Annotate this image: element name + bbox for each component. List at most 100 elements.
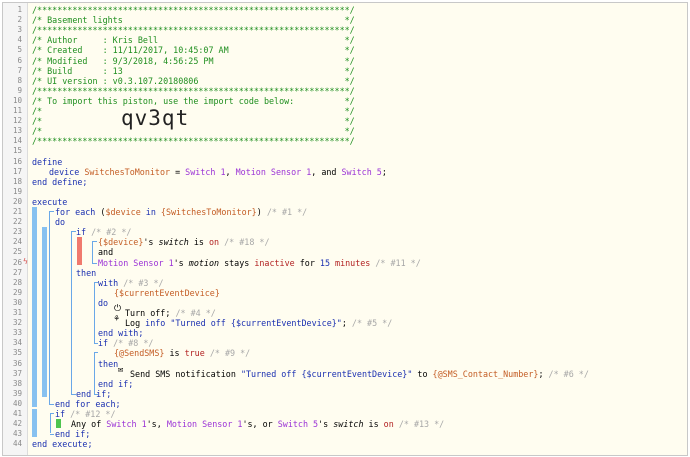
block-guide-tick bbox=[92, 262, 97, 264]
device-name: Switch 1 bbox=[106, 419, 147, 430]
end-execute[interactable]: end execute; bbox=[32, 439, 93, 449]
device-name: Switch 1 bbox=[185, 166, 226, 177]
code-token: end if; bbox=[55, 429, 91, 440]
log-action[interactable]: Log info "Turned off {$currentEventDevic… bbox=[125, 318, 392, 328]
line-number: 33 bbox=[12, 328, 22, 338]
code-token: to bbox=[412, 368, 433, 379]
code-token: , and bbox=[311, 166, 342, 177]
line-number: 32 bbox=[12, 318, 22, 328]
line-number: 37 bbox=[12, 368, 22, 378]
define-block[interactable]: define bbox=[32, 157, 62, 167]
if-statement[interactable]: if /* #12 */ bbox=[55, 409, 116, 419]
block-guide-tick bbox=[94, 352, 98, 354]
header-comment-line: /* Basement lights */ bbox=[32, 15, 355, 26]
line-number: 21 bbox=[12, 207, 22, 216]
line-number: 42 bbox=[12, 419, 22, 429]
end-if[interactable]: end if; bbox=[98, 379, 133, 389]
code-token: is bbox=[363, 419, 384, 430]
variable-name: SwitchesToMonitor bbox=[84, 166, 171, 177]
define-keyword: define bbox=[32, 156, 63, 167]
code-token: /* #9 */ bbox=[209, 348, 251, 359]
header-comment-line: /* Author : Kris Bell */ bbox=[32, 35, 355, 46]
line-number: 38 bbox=[12, 378, 22, 388]
header-comment-line: /* UI version : v0.3.107.20180806 */ bbox=[32, 75, 355, 86]
line-number: 19 bbox=[12, 186, 22, 196]
block-guide bbox=[32, 207, 37, 407]
header-comment-line: /***************************************… bbox=[32, 25, 355, 36]
end-for-each[interactable]: end for each; bbox=[55, 399, 121, 409]
line-number: 4 bbox=[17, 35, 22, 45]
turn-off-action[interactable]: Turn off; /* #4 */ bbox=[125, 308, 216, 318]
code-token: end if; bbox=[76, 388, 112, 399]
code-token: with bbox=[98, 277, 119, 288]
code-token: switch bbox=[333, 419, 364, 430]
line-number: 43 bbox=[12, 429, 22, 439]
do-keyword[interactable]: do bbox=[55, 217, 65, 227]
line-number: 23 bbox=[12, 227, 22, 237]
code-token: /* #12 */ bbox=[70, 409, 116, 419]
code-token: Turn off; bbox=[125, 308, 171, 318]
code-token: Any of bbox=[71, 419, 107, 430]
code-token: motion bbox=[188, 257, 220, 268]
line-number: 39 bbox=[12, 388, 22, 398]
and-operator[interactable]: and bbox=[98, 247, 113, 257]
end-if[interactable]: end if; bbox=[76, 389, 111, 399]
line-number: 7 bbox=[17, 65, 22, 75]
if-statement[interactable]: if /* #2 */ bbox=[76, 227, 131, 237]
code-token: end with; bbox=[98, 328, 144, 339]
code-token: /* #8 */ bbox=[113, 338, 154, 349]
condition-any-of[interactable]: Any of Switch 1's, Motion Sensor 1's, or… bbox=[71, 419, 444, 429]
block-guide bbox=[94, 281, 95, 345]
end-define[interactable]: end define; bbox=[32, 177, 87, 187]
code-token: switch bbox=[158, 237, 189, 248]
block-guide-tick bbox=[50, 434, 54, 436]
end-define-keyword: end define; bbox=[32, 176, 88, 187]
line-number: 9 bbox=[17, 85, 22, 95]
code-token: stays bbox=[219, 257, 255, 268]
code-token: then bbox=[98, 358, 119, 369]
with-statement[interactable]: with /* #3 */ bbox=[98, 278, 164, 288]
then-keyword[interactable]: then bbox=[98, 359, 118, 369]
end-with[interactable]: end with; bbox=[98, 328, 143, 338]
do-keyword[interactable]: do bbox=[98, 298, 108, 308]
block-guide bbox=[32, 409, 37, 438]
with-device[interactable]: {$currentEventDevice} bbox=[114, 288, 220, 298]
code-token: /* #5 */ bbox=[351, 318, 393, 329]
code-token: {@SendSMS} bbox=[114, 348, 165, 359]
send-sms-action[interactable]: Send SMS notification "Turned off {$curr… bbox=[130, 369, 589, 379]
code-token: $device bbox=[105, 207, 141, 217]
code-token: for bbox=[294, 257, 320, 268]
condition-motion-inactive[interactable]: Motion Sensor 1's motion stays inactive … bbox=[98, 258, 421, 268]
line-number-gutter: 1 2 3 4 5 6 7 8 9 10 11 12 13 14 15 16 17 18 19 20 21 22 23 24 2… bbox=[3, 3, 28, 455]
code-token: /* #4 */ bbox=[175, 308, 216, 318]
code-token: "Turned off {$currentEventDevice}" bbox=[240, 368, 413, 379]
block-guide-tick bbox=[50, 413, 54, 414]
end-if[interactable]: end if; bbox=[55, 429, 90, 439]
for-each-statement[interactable]: for each ($device in {SwitchesToMonitor}… bbox=[55, 207, 307, 217]
piston-editor: 1 2 3 4 5 6 7 8 9 10 11 12 13 14 15 16 17 18 19 20 21 22 23 24 2… bbox=[2, 2, 688, 456]
condition-send-sms[interactable]: {@SendSMS} is true /* #9 */ bbox=[114, 348, 250, 358]
header-comment-line: /* To import this piston, use the import… bbox=[32, 95, 355, 106]
code-token: info bbox=[145, 318, 166, 329]
condition-switch-on[interactable]: {$device}'s switch is on /* #18 */ bbox=[98, 237, 270, 247]
code-token: if bbox=[98, 338, 109, 349]
execute-block[interactable]: execute bbox=[32, 197, 67, 207]
block-guide-tick bbox=[92, 241, 97, 243]
if-statement[interactable]: if /* #8 */ bbox=[98, 338, 153, 348]
power-icon: ⏻ bbox=[114, 304, 122, 314]
line-number: 26 bbox=[12, 257, 22, 267]
device-variable-declaration[interactable]: device SwitchesToMonitor = Switch 1, Mot… bbox=[49, 167, 387, 177]
bug-icon: ⚘ bbox=[114, 314, 120, 325]
line-number: 14 bbox=[12, 136, 22, 146]
code-token: end for each; bbox=[55, 398, 121, 409]
header-comment-line: /***************************************… bbox=[32, 5, 355, 15]
line-number: 31 bbox=[12, 308, 22, 317]
code-token: and bbox=[98, 247, 114, 258]
line-number: 1 bbox=[17, 5, 22, 14]
code-token: end if; bbox=[98, 378, 134, 389]
then-keyword[interactable]: then bbox=[76, 268, 96, 278]
code-token: do bbox=[55, 217, 66, 228]
code-token: 's, bbox=[146, 419, 167, 430]
line-number: 25 bbox=[12, 247, 22, 257]
block-guide-tick bbox=[49, 211, 54, 212]
